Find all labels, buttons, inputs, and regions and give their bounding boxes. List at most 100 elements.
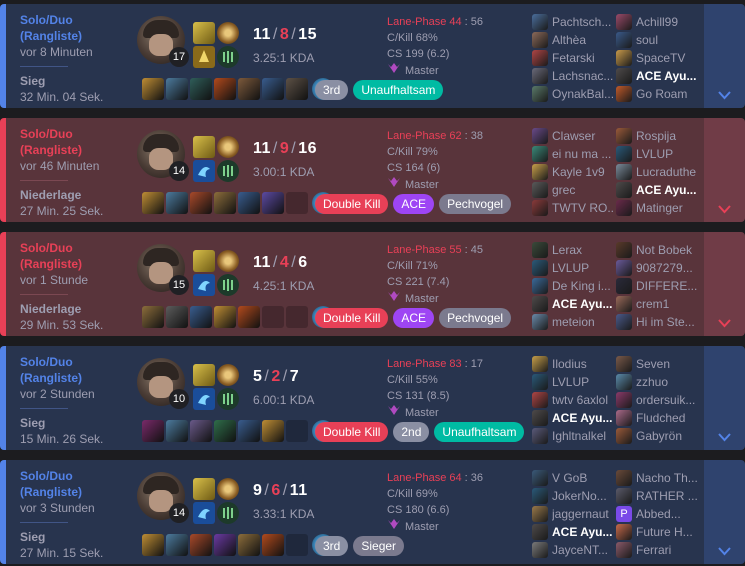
player-entry[interactable]: De King i... [532,277,614,295]
item-slot[interactable] [214,306,236,328]
player-entry[interactable]: Seven [616,355,698,373]
item-slot[interactable] [262,534,284,556]
player-entry[interactable]: Hi im Ste... [616,313,698,331]
item-slot[interactable] [286,78,308,100]
item-slot[interactable] [286,306,308,328]
item-slot[interactable] [166,78,188,100]
match-row[interactable]: Solo/Duo (Rangliste) vor 46 Minuten Nieder… [0,118,745,222]
player-entry[interactable]: jaggernaut [532,505,614,523]
expand-button[interactable] [704,232,745,336]
player-entry[interactable]: Lucraduthe [616,163,698,181]
player-entry[interactable]: ACE Ayu... [616,181,698,199]
expand-button[interactable] [704,346,745,450]
item-slot[interactable] [238,420,260,442]
expand-button[interactable] [704,118,745,222]
player-entry[interactable]: Achill99 [616,13,698,31]
player-entry[interactable]: Ilodius [532,355,614,373]
item-slot[interactable] [262,420,284,442]
item-slot[interactable] [142,78,164,100]
player-entry[interactable]: Lachsnac... [532,67,614,85]
player-entry[interactable]: JokerNo... [532,487,614,505]
summoner-spell-ghost-icon[interactable] [193,478,215,500]
player-entry[interactable]: Althèa [532,31,614,49]
item-slot[interactable] [214,78,236,100]
item-slot[interactable] [238,192,260,214]
player-entry[interactable]: Clawser [532,127,614,145]
item-slot[interactable] [166,534,188,556]
item-slot[interactable] [190,306,212,328]
item-slot[interactable] [190,534,212,556]
item-slot[interactable] [190,420,212,442]
expand-button[interactable] [704,460,745,564]
player-entry[interactable]: ACE Ayu... [532,295,614,313]
player-entry[interactable]: Pachtsch... [532,13,614,31]
player-entry[interactable]: Go Roam [616,85,698,103]
secondary-rune-icon[interactable] [217,388,239,410]
player-entry[interactable]: DIFFERE... [616,277,698,295]
keystone-rune-icon[interactable] [217,250,239,272]
expand-button[interactable] [704,4,745,108]
player-entry[interactable]: RATHER ... [616,487,698,505]
item-slot[interactable] [214,534,236,556]
item-slot[interactable] [238,78,260,100]
item-slot[interactable] [238,534,260,556]
player-entry[interactable]: TWTV RO... [532,199,614,217]
summoner-spell-ghost-icon[interactable] [193,136,215,158]
secondary-rune-icon[interactable] [217,46,239,68]
player-entry[interactable]: grec [532,181,614,199]
player-entry[interactable]: 9087279... [616,259,698,277]
summoner-spell-icon[interactable] [193,274,215,296]
player-entry[interactable]: ei nu ma ... [532,145,614,163]
secondary-rune-icon[interactable] [217,160,239,182]
secondary-rune-icon[interactable] [217,274,239,296]
summoner-spell-icon[interactable] [193,502,215,524]
item-slot[interactable] [166,420,188,442]
player-entry[interactable]: P Abbed... [616,505,698,523]
keystone-rune-icon[interactable] [217,478,239,500]
match-row[interactable]: Solo/Duo (Rangliste) vor 2 Stunden Sieg 15 … [0,346,745,450]
match-row[interactable]: Solo/Duo (Rangliste) vor 8 Minuten Sieg 32 … [0,4,745,108]
player-entry[interactable]: crem1 [616,295,698,313]
item-slot[interactable] [142,420,164,442]
player-entry[interactable]: Fludched [616,409,698,427]
player-entry[interactable]: JayceNT... [532,541,614,559]
item-slot[interactable] [262,306,284,328]
player-entry[interactable]: zzhuo [616,373,698,391]
player-entry[interactable]: ACE Ayu... [616,67,698,85]
keystone-rune-icon[interactable] [217,22,239,44]
player-entry[interactable]: SpaceTV [616,49,698,67]
player-entry[interactable]: ACE Ayu... [532,409,614,427]
player-entry[interactable]: Not Bobek [616,241,698,259]
keystone-rune-icon[interactable] [217,136,239,158]
item-slot[interactable] [166,192,188,214]
player-entry[interactable]: V GoB [532,469,614,487]
summoner-spell-ghost-icon[interactable] [193,364,215,386]
player-entry[interactable]: Lerax [532,241,614,259]
player-entry[interactable]: Gabyrön [616,427,698,445]
item-slot[interactable] [286,192,308,214]
player-entry[interactable]: Future H... [616,523,698,541]
player-entry[interactable]: ACE Ayu... [532,523,614,541]
player-entry[interactable]: Rospija [616,127,698,145]
player-entry[interactable]: Fetarski [532,49,614,67]
item-slot[interactable] [190,192,212,214]
player-entry[interactable]: LVLUP [532,259,614,277]
item-slot[interactable] [286,534,308,556]
player-entry[interactable]: meteion [532,313,614,331]
item-slot[interactable] [214,420,236,442]
secondary-rune-icon[interactable] [217,502,239,524]
player-entry[interactable]: Ferrari [616,541,698,559]
player-entry[interactable]: LVLUP [616,145,698,163]
keystone-rune-icon[interactable] [217,364,239,386]
match-row[interactable]: Solo/Duo (Rangliste) vor 1 Stunde Niederla… [0,232,745,336]
item-slot[interactable] [238,306,260,328]
player-entry[interactable]: twtv 6axlol [532,391,614,409]
player-entry[interactable]: soul [616,31,698,49]
player-entry[interactable]: ordersuik... [616,391,698,409]
item-slot[interactable] [262,192,284,214]
summoner-spell-ghost-icon[interactable] [193,250,215,272]
match-row[interactable]: Solo/Duo (Rangliste) vor 3 Stunden Sieg 27 … [0,460,745,564]
player-entry[interactable]: Ighltnalkel [532,427,614,445]
player-entry[interactable]: OynakBal... [532,85,614,103]
item-slot[interactable] [142,306,164,328]
